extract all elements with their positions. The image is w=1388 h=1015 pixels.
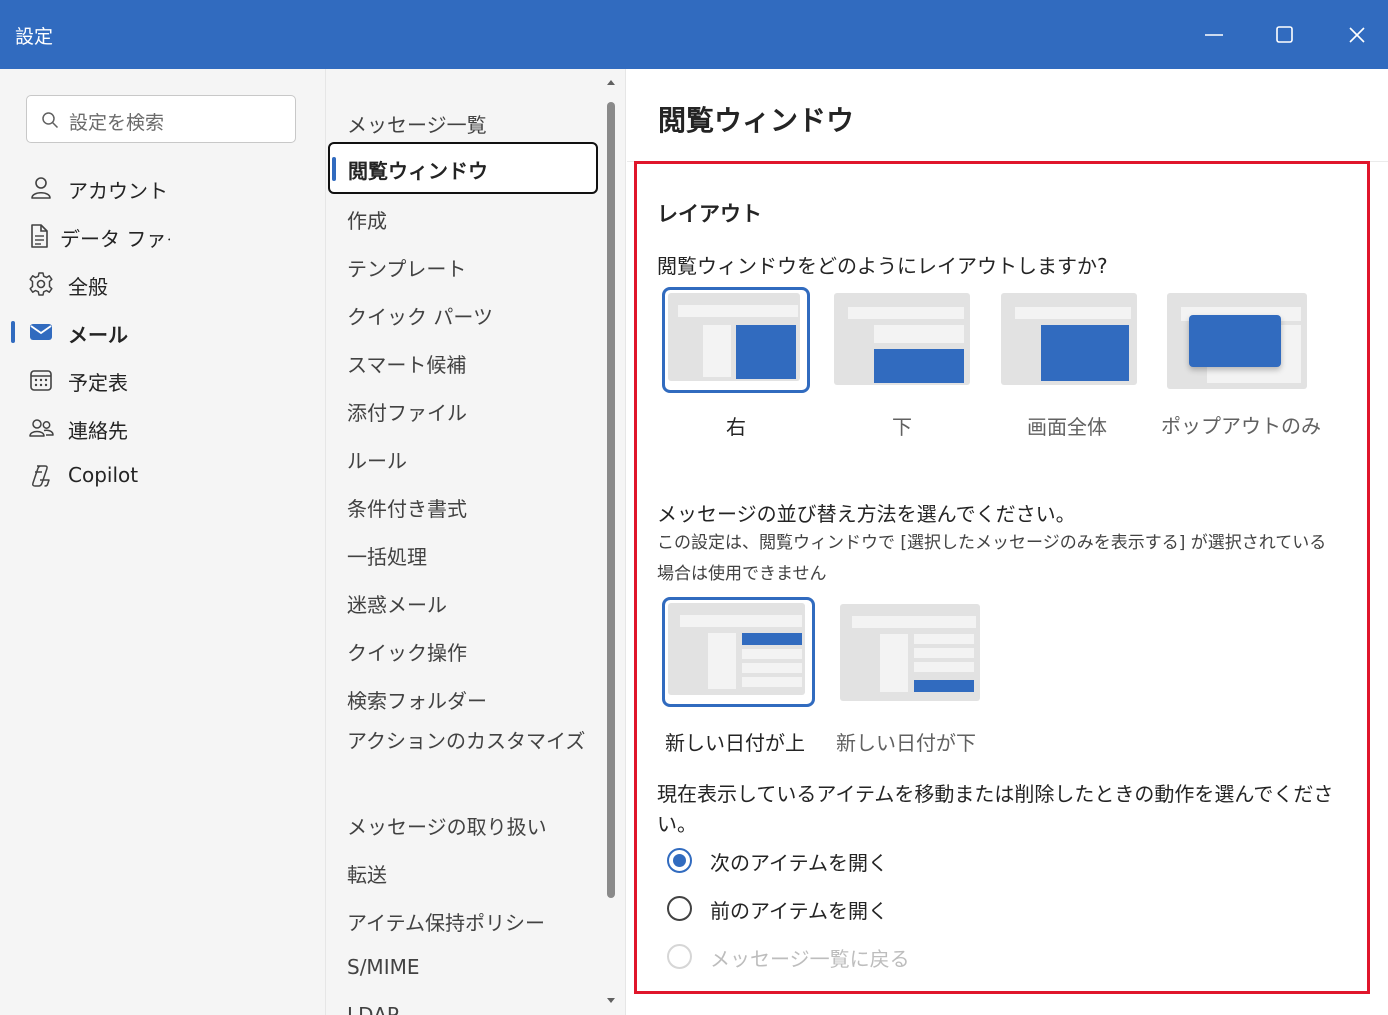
sort-note: この設定は、閲覧ウィンドウで [選択したメッセージのみを表示する] が選択されて…: [657, 533, 1327, 584]
radio-circle[interactable]: [667, 896, 692, 921]
nav2-item-quick-steps[interactable]: クイック操作: [326, 625, 601, 673]
mail-settings-nav: メッセージ一覧 閲覧ウィンドウ 作成 テンプレート クイック パーツ スマート候…: [326, 69, 626, 1015]
nav-item-copilot[interactable]: Copilot: [0, 454, 325, 498]
nav2-item-ldap[interactable]: LDAP: [326, 991, 601, 1015]
sort-option-newest-top[interactable]: [662, 597, 815, 707]
radio-circle[interactable]: [667, 848, 692, 873]
layout-section-heading: レイアウト: [657, 202, 762, 226]
gear-icon: [29, 272, 53, 296]
minimize-button[interactable]: [1191, 12, 1237, 58]
nav2-item-customize-actions[interactable]: アクションのカスタマイズ: [326, 721, 601, 795]
action-question: 現在表示しているアイテムを移動または削除したときの動作を選んでください。: [657, 782, 1334, 836]
search-placeholder: 設定を検索: [69, 112, 165, 134]
sort-newest-bottom-label: 新しい日付が下: [836, 731, 976, 755]
nav2-item-message-handling[interactable]: メッセージの取り扱い: [326, 799, 601, 847]
nav2-item-sweep[interactable]: 一括処理: [326, 529, 601, 577]
nav2-item-templates[interactable]: テンプレート: [326, 241, 601, 289]
sort-newest-bottom-preview: [840, 604, 980, 701]
scroll-up-arrow-icon[interactable]: [606, 78, 616, 86]
scrollbar-thumb[interactable]: [607, 102, 615, 898]
nav2-item-conditional-formatting[interactable]: 条件付き書式: [326, 481, 601, 529]
person-icon: [31, 177, 51, 199]
nav2-item-attachments[interactable]: 添付ファイル: [326, 385, 601, 433]
nav-item-general[interactable]: 全般: [0, 262, 325, 306]
sort-option-newest-bottom[interactable]: [840, 604, 980, 701]
nav2-item-smime[interactable]: S/MIME: [326, 943, 601, 991]
nav2-item-search-folders[interactable]: 検索フォルダー: [326, 673, 601, 721]
mail-icon: [30, 324, 52, 340]
search-icon: [42, 112, 59, 129]
sort-question: メッセージの並び替え方法を選んでください。: [657, 502, 1076, 526]
nav-item-data-files[interactable]: データ ファイル: [0, 214, 325, 258]
nav2-item-compose[interactable]: 作成: [326, 193, 601, 241]
layout-right-label: 右: [726, 415, 746, 439]
minimize-icon: [1205, 34, 1223, 36]
category-nav: 設定を検索 アカウント データ ファイル 全般 メール 予定表 連絡先 Copi…: [0, 69, 326, 1015]
scroll-down-arrow-icon[interactable]: [606, 997, 616, 1005]
nav2-item-retention-policies[interactable]: アイテム保持ポリシー: [326, 895, 601, 943]
window-title: 設定: [15, 26, 54, 48]
selection-indicator: [332, 157, 336, 181]
people-icon: [29, 419, 54, 437]
layout-popout-preview: [1167, 293, 1307, 389]
calendar-icon: [30, 370, 52, 391]
maximize-icon: [1276, 26, 1293, 43]
close-button[interactable]: [1334, 12, 1380, 58]
layout-fullscreen-preview: [1001, 293, 1137, 385]
nav2-item-quick-parts[interactable]: クイック パーツ: [326, 289, 601, 337]
layout-option-bottom[interactable]: [834, 293, 970, 385]
nav2-item-smart-suggestions[interactable]: スマート候補: [326, 337, 601, 385]
nav-item-calendar[interactable]: 予定表: [0, 358, 325, 402]
layout-bottom-label: 下: [892, 415, 912, 439]
settings-search-input[interactable]: 設定を検索: [26, 95, 296, 143]
maximize-button[interactable]: [1262, 12, 1308, 58]
nav2-item-junk-email[interactable]: 迷惑メール: [326, 577, 601, 625]
page-title: 閲覧ウィンドウ: [658, 104, 855, 137]
sort-newest-top-label: 新しい日付が上: [665, 731, 805, 755]
selection-indicator: [11, 321, 15, 343]
copilot-icon: [31, 465, 50, 487]
layout-right-preview: [668, 293, 800, 381]
radio-open-previous[interactable]: 前のアイテムを開く: [667, 889, 967, 929]
layout-option-fullscreen[interactable]: [1001, 293, 1137, 385]
nav-item-contacts[interactable]: 連絡先: [0, 406, 325, 450]
layout-fullscreen-label: 画面全体: [1027, 415, 1107, 439]
layout-question: 閲覧ウィンドウをどのようにレイアウトしますか?: [657, 254, 1108, 278]
radio-open-next[interactable]: 次のアイテムを開く: [667, 841, 967, 881]
layout-option-popout[interactable]: [1167, 293, 1307, 389]
nav2-item-message-list[interactable]: メッセージ一覧: [326, 97, 601, 145]
document-icon: [31, 224, 48, 248]
nav2-item-rules[interactable]: ルール: [326, 433, 601, 481]
sort-newest-top-preview: [668, 603, 805, 695]
layout-popout-label: ポップアウトのみ: [1161, 414, 1321, 438]
nav2-item-forwarding[interactable]: 転送: [326, 847, 601, 895]
close-icon: [1349, 27, 1365, 43]
layout-bottom-preview: [834, 293, 970, 385]
nav-item-mail[interactable]: メール: [0, 310, 325, 354]
radio-return-to-list: メッセージ一覧に戻る: [667, 937, 967, 977]
nav-item-account[interactable]: アカウント: [0, 166, 325, 210]
title-bar: 設定: [0, 0, 1388, 69]
nav2-item-reading-pane[interactable]: 閲覧ウィンドウ: [328, 142, 598, 194]
radio-circle: [667, 944, 692, 969]
layout-option-right[interactable]: [662, 287, 810, 393]
settings-content: 閲覧ウィンドウ レイアウト 閲覧ウィンドウをどのようにレイアウトしますか? 右 …: [627, 69, 1388, 1015]
